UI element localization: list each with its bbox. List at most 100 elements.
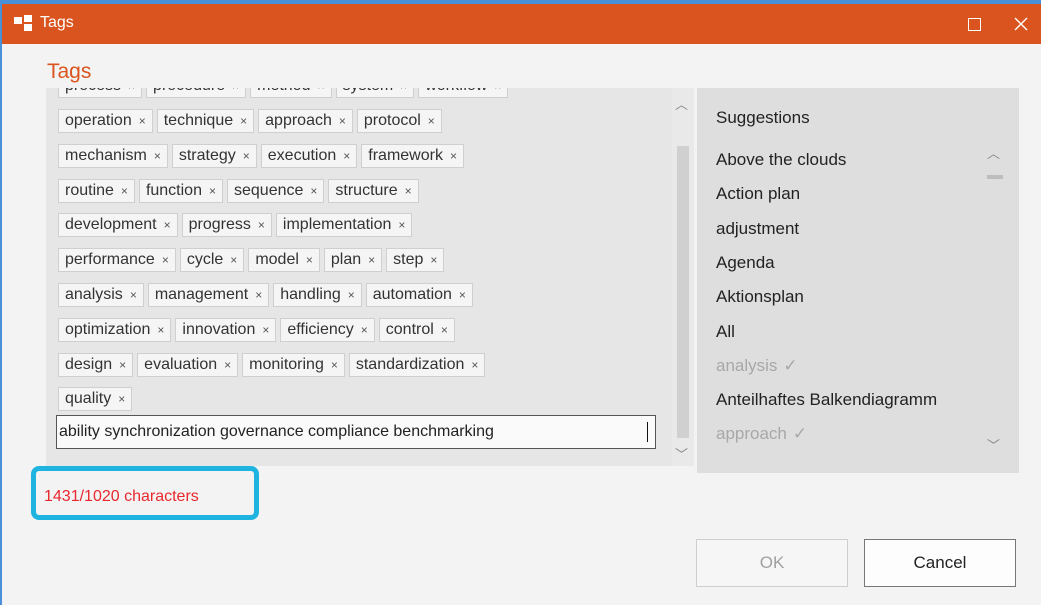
remove-tag-icon[interactable]: ×: [255, 288, 262, 302]
suggestion-item[interactable]: Above the clouds: [716, 150, 846, 170]
remove-tag-icon[interactable]: ×: [164, 218, 171, 232]
remove-tag-icon[interactable]: ×: [157, 323, 164, 337]
tag-chip[interactable]: automation ×: [365, 283, 473, 307]
remove-tag-icon[interactable]: ×: [128, 88, 135, 93]
remove-tag-icon[interactable]: ×: [162, 253, 169, 267]
tag-chip[interactable]: protocol ×: [356, 109, 442, 133]
tag-chip[interactable]: control ×: [378, 317, 455, 342]
tag-chip[interactable]: system ×: [335, 88, 415, 98]
remove-tag-icon[interactable]: ×: [154, 149, 161, 163]
remove-tag-icon[interactable]: ×: [361, 323, 368, 337]
tag-chip[interactable]: structure ×: [328, 178, 419, 203]
suggestions-scroll-thumb[interactable]: [987, 175, 1003, 179]
suggestion-item[interactable]: adjustment: [716, 219, 799, 239]
tag-chip[interactable]: progress ×: [181, 213, 272, 238]
remove-tag-icon[interactable]: ×: [471, 358, 478, 372]
remove-tag-icon[interactable]: ×: [459, 288, 466, 302]
remove-tag-icon[interactable]: ×: [310, 184, 317, 198]
tag-chip[interactable]: monitoring ×: [242, 352, 345, 377]
tag-chip[interactable]: innovation ×: [175, 317, 277, 342]
remove-tag-icon[interactable]: ×: [343, 149, 350, 163]
cancel-button[interactable]: Cancel: [864, 539, 1016, 587]
remove-tag-icon[interactable]: ×: [262, 323, 269, 337]
remove-tag-icon[interactable]: ×: [494, 88, 501, 93]
tag-chip[interactable]: design ×: [58, 352, 134, 377]
remove-tag-icon[interactable]: ×: [306, 253, 313, 267]
remove-tag-icon[interactable]: ×: [118, 392, 125, 406]
tag-chip[interactable]: handling ×: [273, 283, 362, 307]
tag-chip[interactable]: routine ×: [58, 178, 135, 203]
remove-tag-icon[interactable]: ×: [398, 218, 405, 232]
tag-chip[interactable]: optimization ×: [58, 317, 172, 342]
tag-chip[interactable]: performance ×: [58, 248, 176, 273]
tag-chip[interactable]: strategy ×: [171, 143, 257, 168]
tag-chip[interactable]: plan ×: [323, 248, 383, 273]
close-button[interactable]: [999, 4, 1041, 44]
tag-chip[interactable]: operation ×: [58, 109, 153, 133]
tag-chip[interactable]: function ×: [138, 178, 223, 203]
scroll-down-icon[interactable]: ﹀: [675, 444, 688, 463]
remove-tag-icon[interactable]: ×: [224, 358, 231, 372]
scroll-up-icon[interactable]: ︿: [675, 94, 688, 113]
tag-chip[interactable]: analysis ×: [58, 283, 144, 307]
remove-tag-icon[interactable]: ×: [348, 288, 355, 302]
suggestion-item[interactable]: Anteilhaftes Balkendiagramm: [716, 390, 937, 410]
remove-tag-icon[interactable]: ×: [441, 323, 448, 337]
suggestion-item[interactable]: Aktionsplan: [716, 287, 804, 307]
suggestions-scroll-up-icon[interactable]: ︿: [987, 143, 1000, 162]
tag-chip[interactable]: model ×: [248, 248, 320, 273]
tag-chip[interactable]: framework ×: [361, 143, 464, 168]
tag-chip[interactable]: development ×: [58, 213, 178, 238]
remove-tag-icon[interactable]: ×: [368, 253, 375, 267]
remove-tag-icon[interactable]: ×: [400, 88, 407, 93]
remove-tag-icon[interactable]: ×: [119, 358, 126, 372]
tag-chip[interactable]: process ×: [58, 88, 143, 98]
remove-tag-icon[interactable]: ×: [232, 88, 239, 93]
tag-chip[interactable]: management ×: [147, 283, 270, 307]
maximize-button[interactable]: [952, 4, 996, 44]
suggestions-scrollbar[interactable]: ︿ ﹀: [980, 143, 1006, 463]
ok-button[interactable]: OK: [696, 539, 848, 587]
tag-chip[interactable]: standardization ×: [348, 352, 486, 377]
remove-tag-icon[interactable]: ×: [240, 114, 247, 128]
suggestion-item[interactable]: All: [716, 322, 735, 342]
remove-tag-icon[interactable]: ×: [209, 184, 216, 198]
remove-tag-icon[interactable]: ×: [130, 288, 137, 302]
tags-scrollbar[interactable]: ︿ ﹀: [672, 88, 694, 466]
remove-tag-icon[interactable]: ×: [230, 253, 237, 267]
tag-chip[interactable]: mechanism ×: [58, 143, 168, 168]
tag-chip[interactable]: evaluation ×: [137, 352, 239, 377]
tag-chip[interactable]: cycle ×: [179, 248, 245, 273]
tag-chip[interactable]: technique ×: [156, 109, 255, 133]
suggestion-item[interactable]: Agenda: [716, 253, 775, 273]
tag-input[interactable]: ability synchronization governance compl…: [56, 415, 656, 449]
tags-list[interactable]: process × procedure × method × system × workflow…: [46, 88, 694, 466]
tag-chip[interactable]: method ×: [250, 88, 332, 98]
tag-chip[interactable]: step ×: [386, 248, 445, 273]
tag-chip[interactable]: implementation ×: [275, 213, 413, 238]
remove-tag-icon[interactable]: ×: [139, 114, 146, 128]
tag-chip[interactable]: execution ×: [260, 143, 358, 168]
tag-chip[interactable]: procedure ×: [146, 88, 247, 98]
remove-tag-icon[interactable]: ×: [331, 358, 338, 372]
suggestion-item[interactable]: Action plan: [716, 184, 800, 204]
remove-tag-icon[interactable]: ×: [450, 149, 457, 163]
remove-tag-icon[interactable]: ×: [339, 114, 346, 128]
remove-tag-icon[interactable]: ×: [430, 253, 437, 267]
remove-tag-icon[interactable]: ×: [428, 114, 435, 128]
tag-chip[interactable]: workflow ×: [418, 88, 509, 98]
tag-chip[interactable]: efficiency ×: [280, 317, 375, 342]
tags-scroll-thumb[interactable]: [677, 146, 689, 438]
suggestion-item[interactable]: approach ✓: [716, 424, 807, 444]
remove-tag-icon[interactable]: ×: [317, 88, 324, 93]
remove-tag-icon[interactable]: ×: [405, 184, 412, 198]
remove-tag-icon[interactable]: ×: [121, 184, 128, 198]
tag-label: implementation: [282, 216, 392, 234]
tag-chip[interactable]: approach ×: [258, 109, 353, 133]
remove-tag-icon[interactable]: ×: [258, 218, 265, 232]
suggestion-item[interactable]: analysis ✓: [716, 356, 798, 376]
remove-tag-icon[interactable]: ×: [243, 149, 250, 163]
tag-chip[interactable]: sequence ×: [227, 178, 325, 203]
tag-chip[interactable]: quality ×: [58, 387, 133, 412]
suggestions-scroll-down-icon[interactable]: ﹀: [987, 435, 1000, 454]
